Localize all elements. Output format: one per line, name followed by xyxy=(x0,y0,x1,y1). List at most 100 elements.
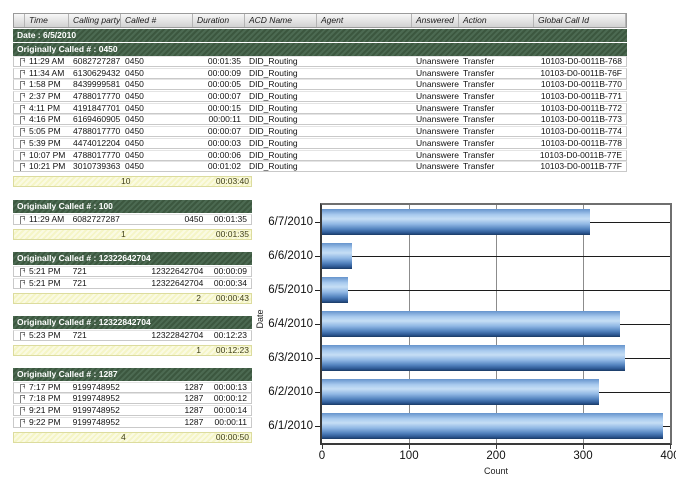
cell-agent xyxy=(317,139,412,148)
chart-x-tickmark xyxy=(496,445,497,449)
cell-calling-party: 4474012204 xyxy=(69,139,121,148)
group-section: Originally Called # : 1287+7:17 PM919974… xyxy=(13,368,252,443)
table-row: +11:29 AM6082727287045000:01:35 xyxy=(13,214,252,225)
table-row: +9:22 PM9199748952128700:00:11 xyxy=(13,417,252,428)
expand-cell: + xyxy=(14,57,25,66)
cell-global-call-id: 10103-D0-0011B-772 xyxy=(534,104,626,113)
cell-agent xyxy=(317,80,412,89)
table-row: +5:39 PM4474012204045000:00:03DID_Routin… xyxy=(13,138,627,149)
summary-spacer xyxy=(14,433,69,442)
cell-action: Transfer xyxy=(459,69,534,78)
table-row: +1:58 PM8439999581045000:00:05DID_Routin… xyxy=(13,79,627,90)
cell-agent xyxy=(317,92,412,101)
table-row: +5:21 PM7211232264270400:00:09 xyxy=(13,266,252,277)
chart-bar xyxy=(322,277,348,303)
chart-category-line xyxy=(322,290,670,291)
cell-calling-party: 6082727287 xyxy=(69,215,138,224)
cell-action: Transfer xyxy=(459,151,534,160)
expand-cell: + xyxy=(14,394,25,403)
chart-category-row: 6/3/2010 xyxy=(252,341,320,375)
cell-answered: Unanswered xyxy=(412,69,459,78)
table-row: +11:34 AM6130629432045000:00:09DID_Routi… xyxy=(13,68,627,79)
summary-spacer xyxy=(14,230,69,239)
cell-duration: 00:12:23 xyxy=(207,331,251,340)
chart-x-tickmark xyxy=(583,445,584,449)
cell-global-call-id: 10103-D0-0011B-773 xyxy=(534,115,626,124)
cell-duration: 00:00:12 xyxy=(207,394,251,403)
cell-agent xyxy=(317,104,412,113)
cell-time: 11:29 AM xyxy=(25,57,69,66)
cell-time: 4:11 PM xyxy=(25,104,69,113)
chart-bar-row xyxy=(322,273,670,307)
cell-answered: Unanswered xyxy=(412,139,459,148)
cell-time: 11:29 AM xyxy=(25,215,69,224)
summary-count: 1 xyxy=(69,230,209,239)
cell-called-number: 12322642704 xyxy=(138,279,207,288)
cell-called-number: 1287 xyxy=(138,394,207,403)
header-acd-name: ACD Name xyxy=(245,14,317,27)
chart-x-tick-label: 300 xyxy=(573,450,592,462)
cell-acd-name: DID_Routing xyxy=(245,162,317,171)
cell-action: Transfer xyxy=(459,80,534,89)
chart-bar xyxy=(322,379,599,405)
group-header-band: Originally Called # : 100 xyxy=(13,200,252,213)
cell-duration: 00:00:06 xyxy=(193,151,245,160)
chart-x-tick-label: 400 xyxy=(660,450,676,462)
expand-cell: + xyxy=(14,127,25,136)
cell-time: 9:22 PM xyxy=(25,418,69,427)
summary-total-duration: 00:01:35 xyxy=(209,230,251,239)
cell-answered: Unanswered xyxy=(412,127,459,136)
table-row: +2:37 PM4788017770045000:00:07DID_Routin… xyxy=(13,91,627,102)
cell-calling-party: 9199748952 xyxy=(69,394,138,403)
cell-action: Transfer xyxy=(459,162,534,171)
expand-cell: + xyxy=(14,104,25,113)
chart-x-ticks: 0100200300400 xyxy=(322,448,670,462)
cell-time: 5:23 PM xyxy=(25,331,69,340)
chart-bar xyxy=(322,345,625,371)
chart-bar xyxy=(322,413,663,439)
cell-duration: 00:00:03 xyxy=(193,139,245,148)
chart-x-tick-label: 100 xyxy=(399,450,418,462)
chart-category-label: 6/3/2010 xyxy=(268,352,313,364)
cell-time: 7:17 PM xyxy=(25,383,69,392)
cell-duration: 00:00:34 xyxy=(207,279,251,288)
cell-action: Transfer xyxy=(459,139,534,148)
cell-action: Transfer xyxy=(459,127,534,136)
expand-cell: + xyxy=(14,162,25,171)
cell-answered: Unanswered xyxy=(412,80,459,89)
chart-category-row: 6/7/2010 xyxy=(252,205,320,239)
cell-called-number: 0450 xyxy=(121,127,193,136)
cell-calling-party: 8439999581 xyxy=(69,80,121,89)
table-row: +4:16 PM6169460905045000:00:11DID_Routin… xyxy=(13,114,627,125)
cell-called-number: 0450 xyxy=(121,92,193,101)
cell-time: 9:21 PM xyxy=(25,406,69,415)
cell-time: 2:37 PM xyxy=(25,92,69,101)
summary-total-duration: 00:00:50 xyxy=(209,433,251,442)
chart-category-row: 6/2/2010 xyxy=(252,375,320,409)
chart-bar xyxy=(322,209,590,235)
cell-called-number: 1287 xyxy=(138,383,207,392)
cell-duration: 00:00:07 xyxy=(193,92,245,101)
chart-x-axis-title: Count xyxy=(322,466,670,476)
cell-time: 1:58 PM xyxy=(25,80,69,89)
cell-duration: 00:00:15 xyxy=(193,104,245,113)
chart-bar-row xyxy=(322,341,670,375)
cell-called-number: 0450 xyxy=(121,80,193,89)
cell-duration: 00:00:11 xyxy=(207,418,251,427)
chart-x-tickmark xyxy=(670,445,671,449)
chart-bar-row xyxy=(322,239,670,273)
expand-cell: + xyxy=(14,139,25,148)
cell-calling-party: 4191847701 xyxy=(69,104,121,113)
cell-acd-name: DID_Routing xyxy=(245,80,317,89)
summary-count: 10 xyxy=(69,177,209,186)
expand-cell: + xyxy=(14,115,25,124)
chart-category-row: 6/6/2010 xyxy=(252,239,320,273)
chart-category-row: 6/4/2010 xyxy=(252,307,320,341)
summary-spacer xyxy=(14,346,69,355)
cell-global-call-id: 10103-D0-0011B-76F xyxy=(534,69,626,78)
cell-called-number: 12322642704 xyxy=(138,267,207,276)
table-row: +11:29 AM6082727287045000:01:35DID_Routi… xyxy=(13,56,627,67)
chart-category-row: 6/5/2010 xyxy=(252,273,320,307)
cell-agent xyxy=(317,151,412,160)
cell-calling-party: 721 xyxy=(69,279,138,288)
